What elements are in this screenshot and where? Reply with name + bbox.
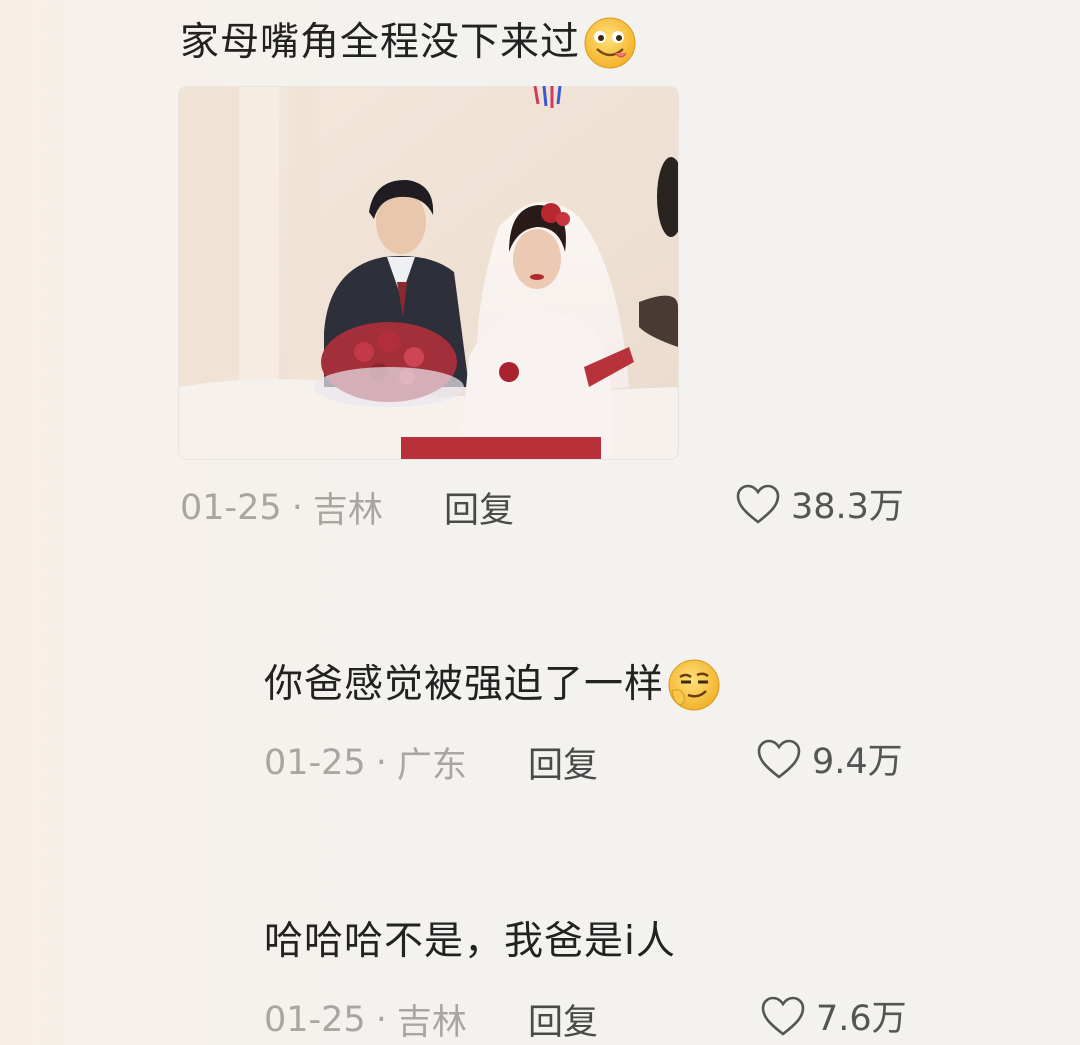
comment-location: 吉林 — [312, 491, 383, 531]
comment-date: 01-25 — [264, 999, 366, 1040]
wedding-photo[interactable] — [179, 87, 678, 459]
like-count: 38.3万 — [791, 487, 904, 527]
yummy-face-emoji-icon — [582, 15, 638, 71]
smirking-face-emoji-icon — [666, 657, 722, 713]
like-button[interactable]: 38.3万 — [735, 478, 904, 529]
comment-meta: 01-25 · 广东 — [264, 737, 467, 788]
comment-date: 01-25 — [180, 487, 282, 528]
comment-date: 01-25 — [264, 742, 366, 783]
like-button[interactable]: 9.4万 — [756, 733, 903, 784]
reply-button[interactable]: 回复 — [444, 482, 514, 533]
comment-meta: 01-25 · 吉林 — [264, 994, 467, 1045]
meta-separator: · — [375, 742, 387, 783]
comment-location: 吉林 — [396, 1003, 467, 1043]
heart-outline-icon — [761, 996, 805, 1036]
heart-outline-icon — [736, 484, 780, 524]
like-button[interactable]: 7.6万 — [760, 990, 907, 1041]
comment-text: 家母嘴角全程没下来过 — [180, 15, 638, 71]
comment-body: 家母嘴角全程没下来过 — [180, 20, 581, 65]
reply-button[interactable]: 回复 — [528, 737, 598, 788]
reply-button[interactable]: 回复 — [528, 994, 598, 1045]
meta-separator: · — [375, 999, 387, 1040]
comment-meta: 01-25 · 吉林 — [180, 482, 383, 533]
comment-body: 你爸感觉被强迫了一样 — [264, 662, 665, 707]
like-count: 7.6万 — [816, 999, 907, 1039]
comment-text: 哈哈哈不是，我爸是i人 — [264, 918, 676, 966]
comment-body: 哈哈哈不是，我爸是i人 — [264, 919, 676, 964]
comment-text: 你爸感觉被强迫了一样 — [264, 657, 722, 713]
heart-outline-icon — [757, 739, 801, 779]
like-count: 9.4万 — [812, 742, 903, 782]
ribbon-decoration-icon — [533, 86, 562, 108]
meta-separator: · — [291, 487, 303, 528]
comment-location: 广东 — [396, 746, 467, 786]
